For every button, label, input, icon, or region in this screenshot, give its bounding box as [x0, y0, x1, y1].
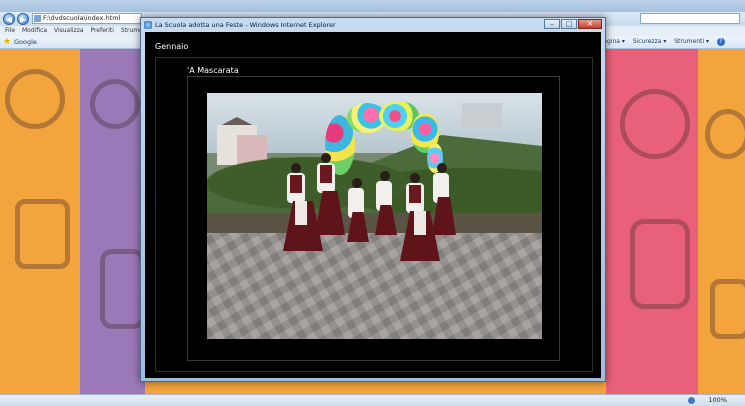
window-controls: – □ ✕ [543, 19, 602, 29]
address-text: F:\dvdscuola\index.html [43, 14, 121, 22]
status-bar: 100% [0, 394, 745, 406]
favorite-google-link[interactable]: Google [14, 36, 37, 48]
zoom-level[interactable]: 100% [708, 395, 727, 406]
maximize-button[interactable]: □ [561, 19, 577, 29]
video-floor-pattern [207, 233, 542, 339]
popup-window: La Scuola adotta una Feste - Windows Int… [140, 17, 606, 382]
favorites-star-icon[interactable]: ★ [3, 36, 11, 48]
menu-file[interactable]: File [5, 27, 15, 34]
doodle-figure-icon [710, 279, 745, 339]
globe-icon [688, 397, 695, 404]
video-player[interactable] [207, 93, 542, 339]
doodle-circle-icon [90, 79, 140, 129]
forward-icon[interactable]: ▶ [17, 13, 29, 25]
doodle-figure-icon [15, 199, 70, 269]
doodle-face-icon [5, 69, 65, 129]
security-menu-button[interactable]: Sicurezza ▾ [633, 38, 667, 45]
video-house [462, 103, 502, 127]
popup-title: La Scuola adotta una Feste - Windows Int… [155, 21, 336, 29]
address-bar[interactable]: F:\dvdscuola\index.html [32, 13, 142, 24]
month-heading: Gennaio [155, 42, 189, 51]
back-icon[interactable]: ◀ [3, 13, 15, 25]
stripe-orange-right [698, 49, 745, 394]
menu-view[interactable]: Visualizza [54, 27, 84, 34]
event-title: 'A Mascarata [187, 66, 239, 75]
browser-titlebar [0, 0, 745, 12]
menu-favorites[interactable]: Preferiti [90, 27, 114, 34]
tools-menu-button[interactable]: Strumenti ▾ [674, 38, 709, 45]
doodle-circle-icon [705, 109, 745, 159]
minimize-button[interactable]: – [544, 19, 560, 29]
help-icon[interactable]: ? [716, 38, 725, 46]
doodle-figure-icon [630, 219, 690, 309]
page-icon [34, 15, 41, 22]
doodle-figure-icon [100, 249, 145, 329]
menu-edit[interactable]: Modifica [22, 27, 47, 34]
search-input[interactable] [640, 13, 740, 24]
close-button[interactable]: ✕ [578, 19, 602, 29]
command-bar: Pagina ▾ Sicurezza ▾ Strumenti ▾ ? [600, 36, 731, 48]
popup-content: Gennaio 'A Mascarata [145, 32, 601, 378]
ie-icon [144, 21, 152, 29]
doodle-face-icon [620, 89, 690, 159]
